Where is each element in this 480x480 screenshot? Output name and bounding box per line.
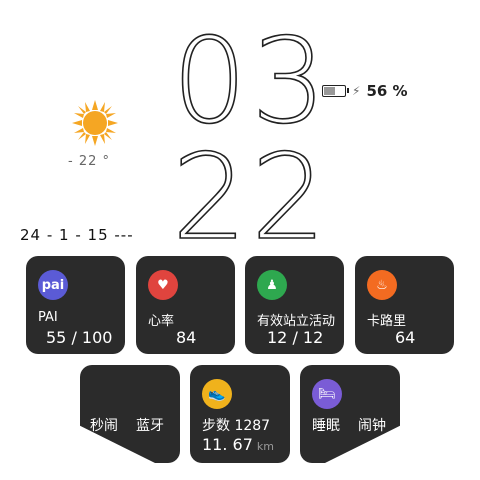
pai-value: 55 / 100 [46, 328, 113, 347]
charging-icon: ⚡ [352, 84, 361, 98]
steps-card[interactable]: 👟 步数 1287 11. 67 km [190, 365, 290, 463]
steps-row: 步数 1287 [202, 415, 270, 435]
shortcut-label-clock[interactable]: 闹钟 [358, 415, 386, 435]
distance-value: 11. 67 [202, 435, 253, 454]
pai-icon: pai [38, 270, 68, 300]
stand-activity-card[interactable]: ♟ 有效站立活动 12 / 12 [245, 256, 344, 354]
distance-row: 11. 67 km [202, 435, 274, 454]
steps-value: 1287 [234, 418, 271, 434]
clock-hour: 03 [171, 12, 331, 150]
heart-icon: ♥ [148, 270, 178, 300]
calories-card[interactable]: ♨ 卡路里 64 [355, 256, 454, 354]
sun-icon [72, 100, 118, 146]
steps-label: 步数 [202, 418, 230, 434]
date-label: 24 - 1 - 15 --- [20, 226, 134, 244]
calories-value: 64 [395, 328, 416, 347]
heart-rate-value: 84 [176, 328, 197, 347]
standing-person-icon: ♟ [257, 270, 287, 300]
clock-minute: 22 [171, 128, 331, 266]
battery-level-fill [324, 87, 335, 95]
heart-rate-card[interactable]: ♥ 心率 84 [136, 256, 235, 354]
shortcut-label-sleep[interactable]: 睡眠 [312, 415, 340, 435]
battery-indicator: ⚡ 56 % [322, 82, 408, 100]
pai-card[interactable]: pai PAI 55 / 100 [26, 256, 125, 354]
distance-unit: km [256, 440, 274, 453]
stand-activity-value: 12 / 12 [267, 328, 324, 347]
battery-icon [322, 85, 349, 97]
shortcut-card-right[interactable]: 🛏 睡眠 闹钟 [300, 365, 400, 463]
shoe-icon: 👟 [202, 379, 232, 409]
stand-activity-label: 有效站立活动 [257, 314, 336, 329]
shortcut-label-alarm[interactable]: 秒闹 [90, 415, 118, 435]
calories-label: 卡路里 [367, 314, 407, 329]
shortcut-card-left[interactable]: 秒闹 蓝牙 [80, 365, 180, 463]
heart-rate-label: 心率 [148, 314, 175, 329]
battery-percent: 56 % [366, 82, 408, 100]
bed-icon: 🛏 [312, 379, 342, 409]
flame-icon: ♨ [367, 270, 397, 300]
pai-label: PAI [38, 310, 58, 325]
temperature: - 22 ° [68, 154, 110, 169]
shortcut-label-bluetooth[interactable]: 蓝牙 [136, 415, 164, 435]
